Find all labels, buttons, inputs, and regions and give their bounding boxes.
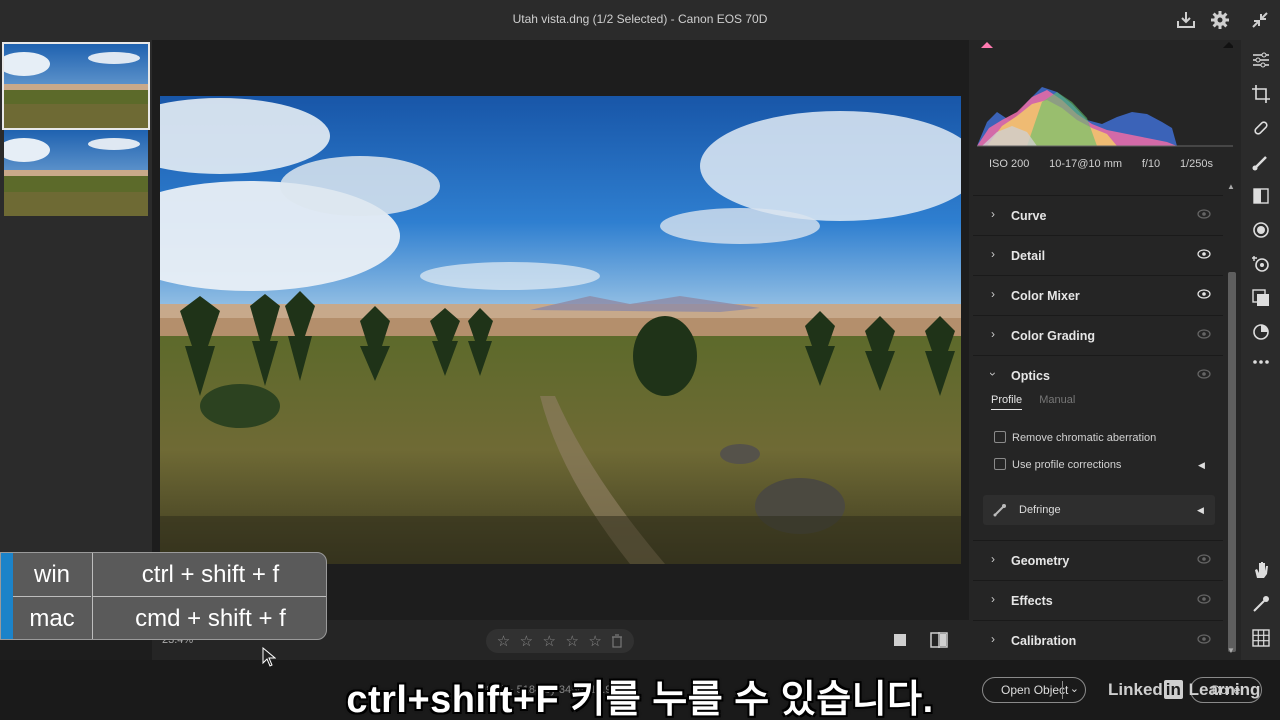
sampler-icon[interactable] [1251,594,1271,614]
panel-scrollbar[interactable]: ▲ ▼ [1225,180,1239,660]
subtitle-caption: ctrl+shift+F 키를 누를 수 있습니다. [346,679,934,720]
tool-strip [1241,40,1280,660]
eye-icon[interactable] [1197,209,1211,219]
os-label-win: win [33,561,70,588]
healing-icon[interactable] [1251,118,1271,138]
section-label: Color Grading [1011,329,1096,343]
title-bar: Utah vista.dng (1/2 Selected) - Canon EO… [0,0,1280,40]
checkbox[interactable] [994,458,1006,470]
section-label: Calibration [1011,634,1077,648]
filmstrip-thumbnail[interactable] [4,130,148,216]
star-icon[interactable]: ☆ [497,632,510,650]
presets-icon[interactable] [1251,288,1271,308]
section-label: Effects [1011,594,1053,608]
exif-info: ISO 200 10-17@10 mm f/10 1/250s [969,158,1225,170]
exif-iso: ISO 200 [989,158,1030,170]
star-icon[interactable]: ☆ [520,632,533,650]
tab-manual[interactable]: Manual [1039,394,1075,406]
filmstrip [0,40,152,620]
eye-icon[interactable] [1197,634,1211,644]
brush-icon[interactable] [1251,152,1271,172]
section-label: Detail [1011,249,1046,263]
eye-icon[interactable] [1197,369,1211,379]
section-label: Curve [1011,209,1047,223]
radial-gradient-icon[interactable] [1251,220,1271,240]
exif-shutter: 1/250s [1179,158,1213,170]
chevron-right-icon: › [991,287,995,301]
expand-triangle-icon[interactable]: ◀ [1197,505,1204,516]
save-icon[interactable] [1174,8,1198,32]
mouse-cursor-icon [262,647,276,667]
chevron-right-icon: › [991,327,995,341]
trash-icon[interactable] [611,634,623,648]
chevron-right-icon: › [991,632,995,646]
section-detail[interactable]: › Detail [973,235,1223,275]
shortcut-keys-win: ctrl + shift + f [92,553,326,596]
grid-icon[interactable] [1251,628,1271,648]
section-label: Color Mixer [1011,289,1080,303]
eye-icon[interactable] [1197,594,1211,604]
chevron-right-icon: › [991,592,995,606]
remove-chromatic-aberration-checkbox[interactable]: Remove chromatic aberration [994,431,1156,444]
compare-view-icon[interactable] [930,632,948,648]
scrollbar-thumb[interactable] [1228,272,1236,652]
chevron-right-icon: › [991,207,995,221]
overlay-accent [1,553,13,639]
eye-icon[interactable] [1197,329,1211,339]
red-eye-icon[interactable] [1251,254,1271,274]
single-view-icon[interactable] [893,633,907,647]
photo-preview[interactable] [160,96,961,564]
section-effects[interactable]: › Effects [973,580,1223,620]
window-title: Utah vista.dng (1/2 Selected) - Canon EO… [512,12,768,26]
hand-icon[interactable] [1251,560,1271,580]
scroll-down-icon[interactable]: ▼ [1227,646,1235,655]
edit-sliders-icon[interactable] [1251,50,1271,70]
section-label: Geometry [1011,554,1070,568]
optics-tabs: Profile Manual [991,394,1089,410]
eye-icon[interactable] [1197,554,1211,564]
defringe-row[interactable]: Defringe ◀ [983,495,1215,525]
chevron-down-icon: › [986,372,1000,376]
shortcut-overlay: win ctrl + shift + f mac cmd + shift + f [0,552,327,640]
section-color-mixer[interactable]: › Color Mixer [973,275,1223,315]
chevron-right-icon: › [991,552,995,566]
more-icon[interactable] [1251,352,1271,372]
eye-icon[interactable] [1197,249,1211,259]
section-curve[interactable]: › Curve [973,195,1223,235]
collapse-icon[interactable] [1248,8,1272,32]
gear-icon[interactable] [1208,8,1232,32]
linear-gradient-icon[interactable] [1251,186,1271,206]
star-icon[interactable]: ☆ [543,632,556,650]
section-label: Optics [1011,369,1050,383]
section-color-grading[interactable]: › Color Grading [973,315,1223,355]
defringe-label: Defringe [1019,504,1061,516]
crop-icon[interactable] [1251,84,1271,104]
star-icon[interactable]: ☆ [588,632,601,650]
checkbox-label: Use profile corrections [1012,459,1122,471]
os-label-mac: mac [13,596,91,639]
shortcut-keys-mac: cmd + shift + f [92,596,326,639]
star-icon[interactable]: ☆ [565,632,578,650]
star-rating[interactable]: ☆ ☆ ☆ ☆ ☆ [486,629,634,653]
chevron-right-icon: › [991,247,995,261]
exif-aperture: f/10 [1141,158,1161,170]
checkbox[interactable] [994,431,1006,443]
scroll-up-icon[interactable]: ▲ [1227,182,1235,191]
histogram [977,42,1233,148]
section-geometry[interactable]: › Geometry [973,540,1223,580]
eye-icon[interactable] [1197,289,1211,299]
checkbox-label: Remove chromatic aberration [1012,432,1157,444]
section-calibration[interactable]: › Calibration [973,620,1223,660]
expand-triangle-icon[interactable]: ◀ [1198,460,1205,471]
tab-profile[interactable]: Profile [991,394,1023,410]
filmstrip-thumbnail[interactable] [2,42,150,130]
exif-lens: 10-17@10 mm [1049,158,1123,170]
eyedropper-icon[interactable] [993,503,1007,517]
snapshots-icon[interactable] [1251,322,1271,342]
use-profile-corrections-checkbox[interactable]: Use profile corrections [994,458,1121,471]
image-canvas[interactable] [152,40,969,620]
